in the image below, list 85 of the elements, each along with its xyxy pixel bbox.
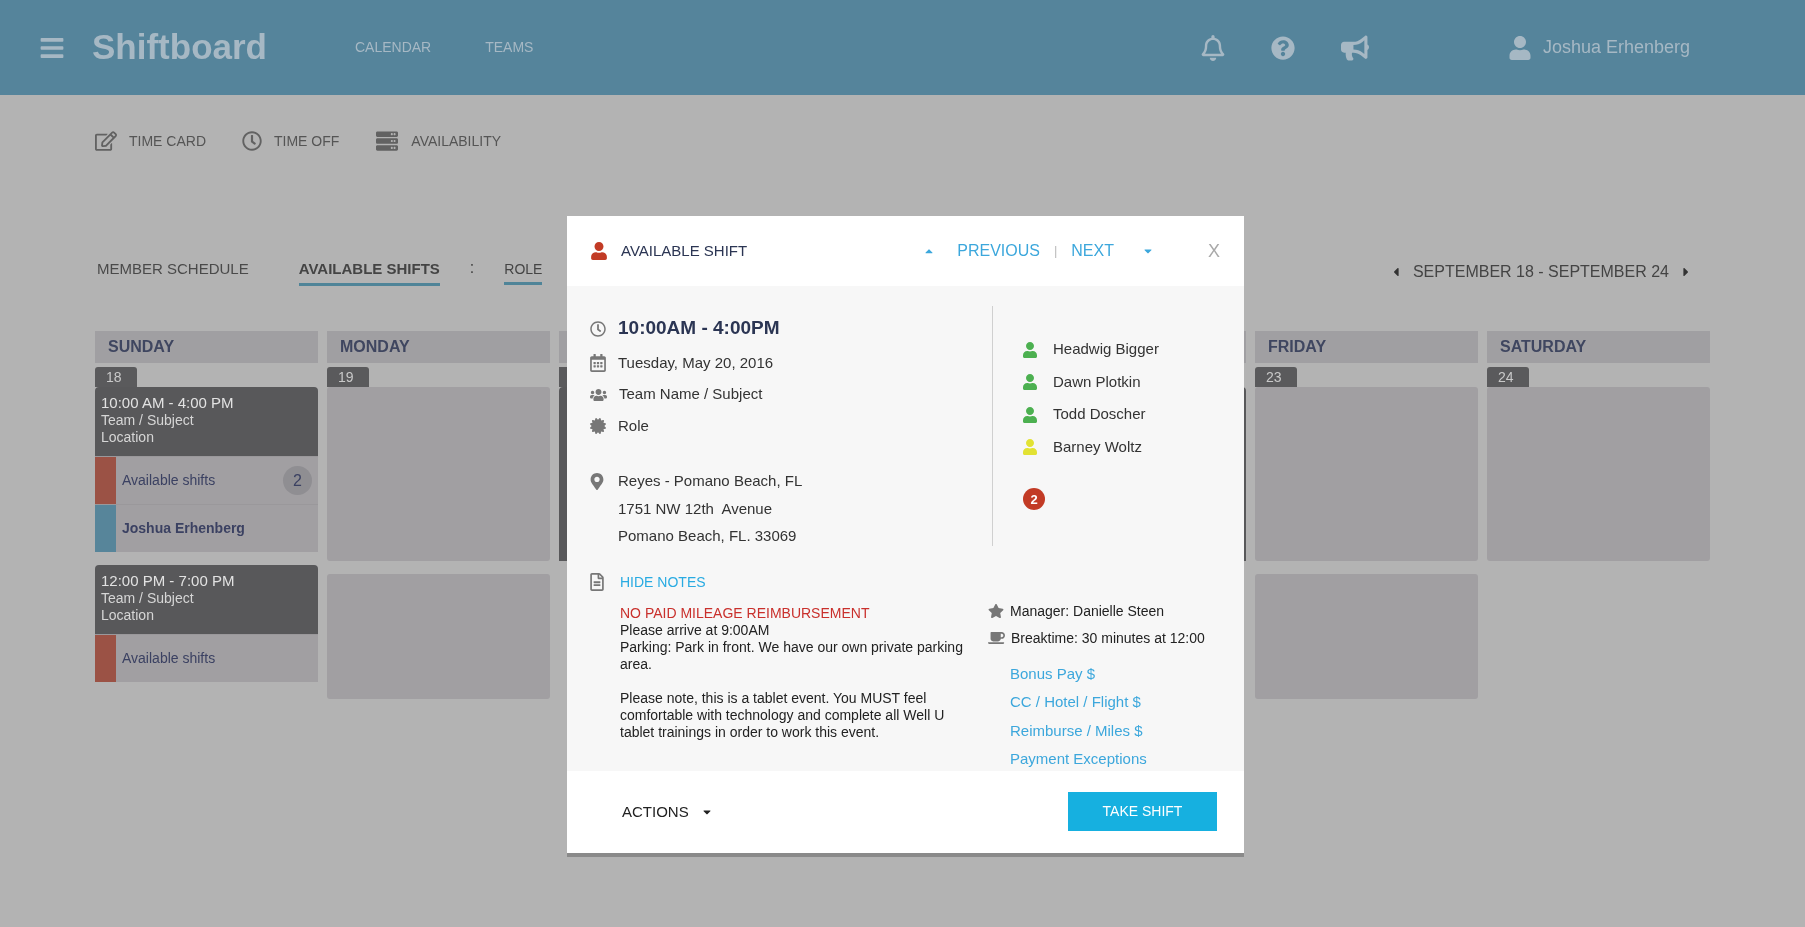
- day-header: FRIDAY: [1255, 331, 1478, 363]
- pay-link[interactable]: Reimburse / Miles $: [1010, 719, 1205, 743]
- empty-slot[interactable]: [327, 387, 550, 561]
- address-line: Pomano Beach, FL. 33069: [618, 526, 798, 547]
- separator: :: [469, 258, 475, 278]
- member-name[interactable]: Todd Doscher: [1053, 403, 1146, 426]
- pay-link[interactable]: Bonus Pay $: [1010, 662, 1205, 686]
- star-icon: [988, 603, 1004, 620]
- notification-icon[interactable]: [1200, 34, 1225, 61]
- shift-card[interactable]: 10:00 AM - 4:00 PM Team / Subject Location: [95, 387, 318, 456]
- app-logo[interactable]: Shiftboard: [92, 21, 267, 74]
- empty-slot[interactable]: [1487, 387, 1710, 561]
- count-badge: 2: [283, 466, 312, 495]
- server-icon: [375, 130, 400, 152]
- person-icon: [591, 242, 607, 261]
- shift-location: Location: [101, 607, 155, 624]
- subnav-link[interactable]: TIME CARD: [95, 130, 206, 152]
- link-divider: |: [1053, 242, 1058, 261]
- badge-icon: [590, 418, 606, 435]
- subnav-link[interactable]: TIME OFF: [242, 130, 340, 152]
- date-tag: 24: [1487, 367, 1529, 387]
- note-text: Please arrive at 9:00AM: [620, 621, 771, 639]
- alert-text: NO PAID MILEAGE REIMBURSEMENT: [620, 604, 871, 622]
- clock-icon: [590, 320, 606, 337]
- help-icon[interactable]: [1270, 35, 1295, 60]
- day-header: SUNDAY: [95, 331, 318, 363]
- shift-row[interactable]: Available shifts 2: [95, 456, 318, 504]
- row-label: Available shifts: [122, 471, 216, 490]
- date-range: SEPTEMBER 18 - SEPTEMBER 24: [1412, 262, 1669, 282]
- break-time: Breaktime: 30 minutes at 12:00: [1011, 628, 1205, 648]
- row-label: Available shifts: [122, 649, 216, 668]
- shift-card[interactable]: 12:00 PM - 7:00 PM Team / Subject Location: [95, 565, 318, 634]
- nav-link[interactable]: CALENDAR: [355, 37, 432, 58]
- note-text: Please note, this is a tablet event. You MUST feel comfortable with technology and complete all Well U tablet trainings in order to work this event.: [620, 689, 946, 741]
- count-badge: 2: [1023, 488, 1045, 511]
- next-link[interactable]: NEXT: [1071, 239, 1114, 264]
- dialog-title: AVAILABLE SHIFT: [621, 240, 748, 261]
- view-tab[interactable]: MEMBER SCHEDULE: [97, 258, 249, 286]
- shift-date: Tuesday, May 20, 2016: [618, 352, 774, 373]
- subnav-link[interactable]: AVAILABILITY: [375, 130, 502, 152]
- shift-location: Location: [101, 429, 155, 446]
- role-filter[interactable]: ROLE: [504, 259, 543, 285]
- shift-team: Team Name / Subject: [619, 384, 763, 405]
- member-name[interactable]: Dawn Plotkin: [1053, 370, 1141, 394]
- manager-name: Manager: Danielle Steen: [1010, 601, 1165, 621]
- edit-icon: [95, 130, 117, 152]
- day-header: SATURDAY: [1487, 331, 1710, 363]
- take-shift-button[interactable]: TAKE SHIFT: [1068, 792, 1217, 832]
- calendar-icon: [590, 354, 606, 373]
- shift-team: Team / Subject: [101, 590, 195, 607]
- shift-row[interactable]: Joshua Erhenberg: [95, 504, 318, 552]
- address-line: 1751 NW 12th Avenue: [618, 498, 773, 519]
- close-button[interactable]: X: [1208, 237, 1220, 265]
- next-week-icon[interactable]: [1681, 265, 1691, 279]
- shift-row[interactable]: Available shifts: [95, 634, 318, 682]
- date-tag: 18: [95, 367, 137, 387]
- pay-link[interactable]: Payment Exceptions: [1010, 748, 1205, 771]
- day-header: MONDAY: [327, 331, 550, 363]
- shift-time: 12:00 PM - 7:00 PM: [101, 571, 236, 590]
- user-icon[interactable]: [1508, 35, 1531, 60]
- row-label: Joshua Erhenberg: [122, 519, 245, 538]
- address-line: Reyes - Pomano Beach, FL: [618, 471, 803, 492]
- note-text: Parking: Park in front. We have our own private parking area.: [620, 638, 964, 673]
- nav-link[interactable]: TEAMS: [485, 37, 534, 58]
- hide-notes-link[interactable]: HIDE NOTES: [620, 571, 706, 593]
- empty-slot[interactable]: [1255, 387, 1478, 561]
- actions-dropdown[interactable]: ACTIONS: [622, 800, 713, 824]
- coffee-cup-icon: [988, 630, 1005, 647]
- shift-role: Role: [618, 415, 649, 436]
- location-icon: [590, 473, 604, 491]
- view-tab[interactable]: AVAILABLE SHIFTS: [298, 258, 440, 286]
- date-tag: 23: [1255, 367, 1297, 387]
- shift-time: 10:00AM - 4:00PM: [618, 316, 780, 341]
- member-name[interactable]: Barney Woltz: [1053, 435, 1142, 459]
- clock-icon: [242, 131, 262, 151]
- megaphone-icon[interactable]: [1340, 34, 1369, 61]
- team-icon: [590, 386, 607, 403]
- previous-link[interactable]: PREVIOUS: [957, 239, 1040, 264]
- pay-link[interactable]: CC / Hotel / Flight $: [1010, 691, 1205, 714]
- shift-time: 10:00 AM - 4:00 PM: [101, 393, 235, 412]
- user-name[interactable]: Joshua Erhenberg: [1542, 34, 1690, 61]
- shift-team: Team / Subject: [101, 412, 195, 429]
- document-icon: [590, 573, 604, 592]
- date-tag: 19: [327, 367, 369, 387]
- member-name[interactable]: Headwig Bigger: [1053, 338, 1159, 361]
